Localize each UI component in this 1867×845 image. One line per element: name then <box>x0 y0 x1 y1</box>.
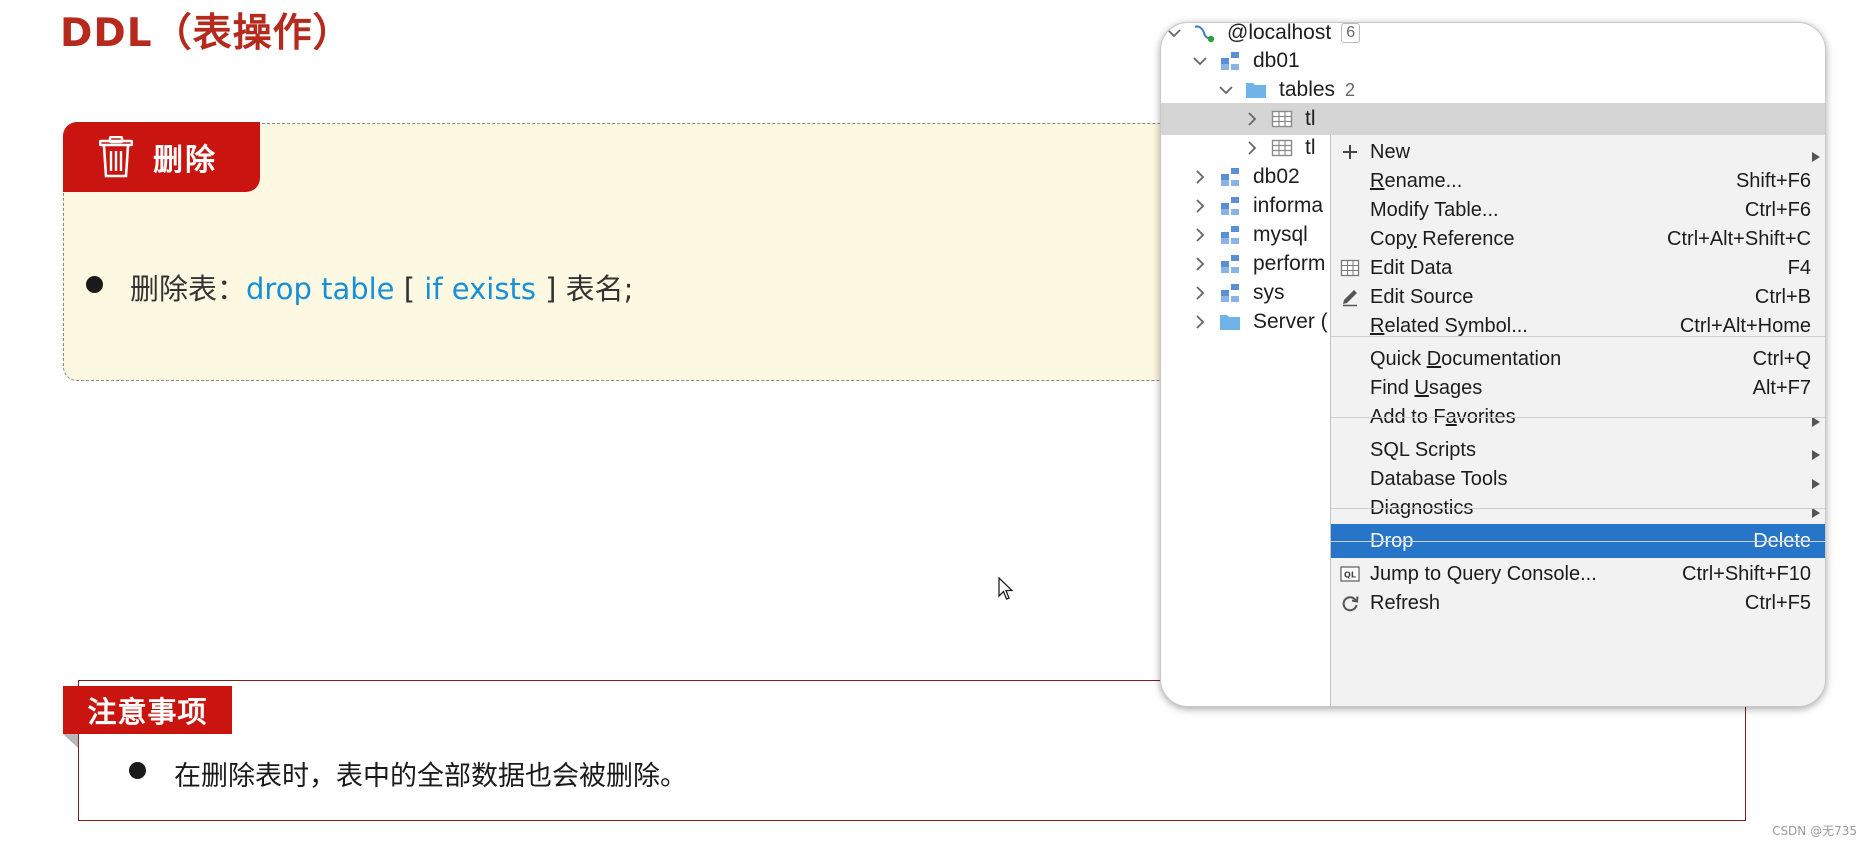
ql-icon: QL <box>1339 563 1361 585</box>
schema-icon <box>1219 283 1241 303</box>
menu-item-shortcut: Ctrl+F6 <box>1744 198 1811 221</box>
syntax-suffix: ] 表名; <box>535 272 634 306</box>
menu-separator <box>1331 541 1825 542</box>
mouse-cursor-icon <box>998 577 1014 600</box>
note-section-tab: 注意事项 <box>63 686 232 734</box>
chevron-right-icon[interactable] <box>1191 197 1209 215</box>
svg-text:QL: QL <box>1344 571 1356 580</box>
menu-item-refresh[interactable]: Refresh Ctrl+F5 <box>1331 586 1825 620</box>
tree-item-label: perform <box>1253 252 1326 275</box>
menu-item-shortcut: F4 <box>1787 256 1811 279</box>
schema-icon <box>1219 254 1241 274</box>
chevron-down-icon[interactable] <box>1191 52 1209 70</box>
table-icon <box>1271 138 1293 158</box>
table-icon <box>1271 109 1293 129</box>
plus-icon <box>1339 141 1361 163</box>
menu-separator <box>1331 508 1825 509</box>
menu-item-related-symbol[interactable]: Related Symbol... Ctrl+Alt+Home <box>1331 309 1825 343</box>
menu-item-shortcut: Ctrl+B <box>1754 285 1811 308</box>
syntax-keyword-drop-table: drop table <box>246 272 395 306</box>
menu-item-label: SQL Scripts <box>1370 438 1476 461</box>
submenu-arrow-icon <box>1811 473 1821 489</box>
tree-item-label: tables <box>1279 78 1336 101</box>
schema-icon <box>1219 51 1241 71</box>
menu-item-label: Edit Data <box>1370 256 1453 279</box>
submenu-arrow-icon <box>1811 146 1821 162</box>
child-count-badge: 2 <box>1345 79 1356 100</box>
bullet <box>129 762 146 779</box>
note-tab-fold <box>63 734 78 748</box>
note-text: 在删除表时，表中的全部数据也会被删除。 <box>174 761 687 792</box>
menu-item-shortcut: Ctrl+F5 <box>1744 591 1811 614</box>
pencil-icon <box>1339 286 1361 308</box>
tree-item-label: tl <box>1305 136 1316 159</box>
menu-item-label: Database Tools <box>1370 467 1508 490</box>
tree-item-label: tl <box>1305 107 1316 130</box>
chevron-right-icon[interactable] <box>1243 139 1261 157</box>
menu-item-shortcut: Ctrl+Alt+Home <box>1679 314 1811 337</box>
menu-item-shortcut: Ctrl+Alt+Shift+C <box>1667 227 1811 250</box>
tree-item-label: mysql <box>1253 223 1308 246</box>
chevron-right-icon[interactable] <box>1191 255 1209 273</box>
tree-item-label: Server ( <box>1253 310 1328 333</box>
schema-icon <box>1219 196 1241 216</box>
menu-item-label: Modify Table... <box>1370 198 1499 221</box>
menu-item-shortcut: Shift+F6 <box>1735 169 1811 192</box>
trash-icon <box>99 136 133 178</box>
menu-item-label: Jump to Query Console... <box>1370 562 1597 585</box>
bullet <box>86 276 103 293</box>
chevron-down-icon[interactable] <box>1165 24 1183 42</box>
delete-tab-label: 删除 <box>153 143 217 178</box>
schema-icon <box>1219 167 1241 187</box>
chevron-right-icon[interactable] <box>1191 226 1209 244</box>
schema-icon <box>1219 225 1241 245</box>
chevron-down-icon[interactable] <box>1217 81 1235 99</box>
tree-item-tl[interactable]: tl <box>1161 103 1825 135</box>
menu-item-shortcut: Ctrl+Shift+F10 <box>1682 562 1811 585</box>
syntax-prefix: 删除表： <box>130 272 247 306</box>
database-explorer-popup: @localhost 6 db01 tables 2 tl tl db02 informa mys… <box>1160 22 1826 707</box>
chevron-right-icon[interactable] <box>1191 313 1209 331</box>
refresh-icon <box>1339 592 1361 614</box>
menu-item-shortcut: Alt+F7 <box>1752 376 1811 399</box>
context-menu: New Rename... Shift+F6 Modify Table... Ctrl+… <box>1330 135 1825 706</box>
menu-item-label: Find Usages <box>1370 376 1483 399</box>
drop-table-syntax: 删除表：drop table [ if exists ] 表名; <box>130 266 633 308</box>
folder-icon <box>1245 80 1267 100</box>
menu-item-label: New <box>1370 140 1411 163</box>
folder-icon <box>1219 312 1241 332</box>
menu-separator <box>1331 417 1825 418</box>
menu-item-label: Edit Source <box>1370 285 1474 308</box>
tree-item-db01[interactable]: db01 <box>1161 45 1825 77</box>
syntax-bracket-open: [ <box>394 272 425 306</box>
tree-item-label: db02 <box>1253 165 1300 188</box>
syntax-keyword-if-exists: if exists <box>424 272 536 306</box>
menu-item-shortcut: Ctrl+Q <box>1752 347 1811 370</box>
menu-item-label: Refresh <box>1370 591 1441 614</box>
chevron-right-icon[interactable] <box>1191 168 1209 186</box>
page-title: DDL（表操作） <box>60 11 353 56</box>
menu-item-label: Copy Reference <box>1370 227 1515 250</box>
tree-item-label: @localhost <box>1227 22 1332 44</box>
chevron-right-icon[interactable] <box>1191 284 1209 302</box>
delete-section-tab: 删除 <box>63 122 260 192</box>
chevron-right-icon[interactable] <box>1243 110 1261 128</box>
menu-separator <box>1331 336 1825 337</box>
menu-item-label: Related Symbol... <box>1370 314 1528 337</box>
table-grid-icon <box>1339 257 1361 279</box>
tree-item-label: db01 <box>1253 49 1300 72</box>
menu-item-label: Quick Documentation <box>1370 347 1562 370</box>
child-count-badge: 6 <box>1341 23 1361 43</box>
menu-item-label: Rename... <box>1370 169 1463 192</box>
tree-item-tables[interactable]: tables 2 <box>1161 74 1825 106</box>
mysql-datasource-icon <box>1193 23 1215 43</box>
tree-item-label: informa <box>1253 194 1324 217</box>
tree-item-label: sys <box>1253 281 1285 304</box>
watermark: CSDN @无735 <box>1772 824 1857 838</box>
submenu-arrow-icon <box>1811 444 1821 460</box>
